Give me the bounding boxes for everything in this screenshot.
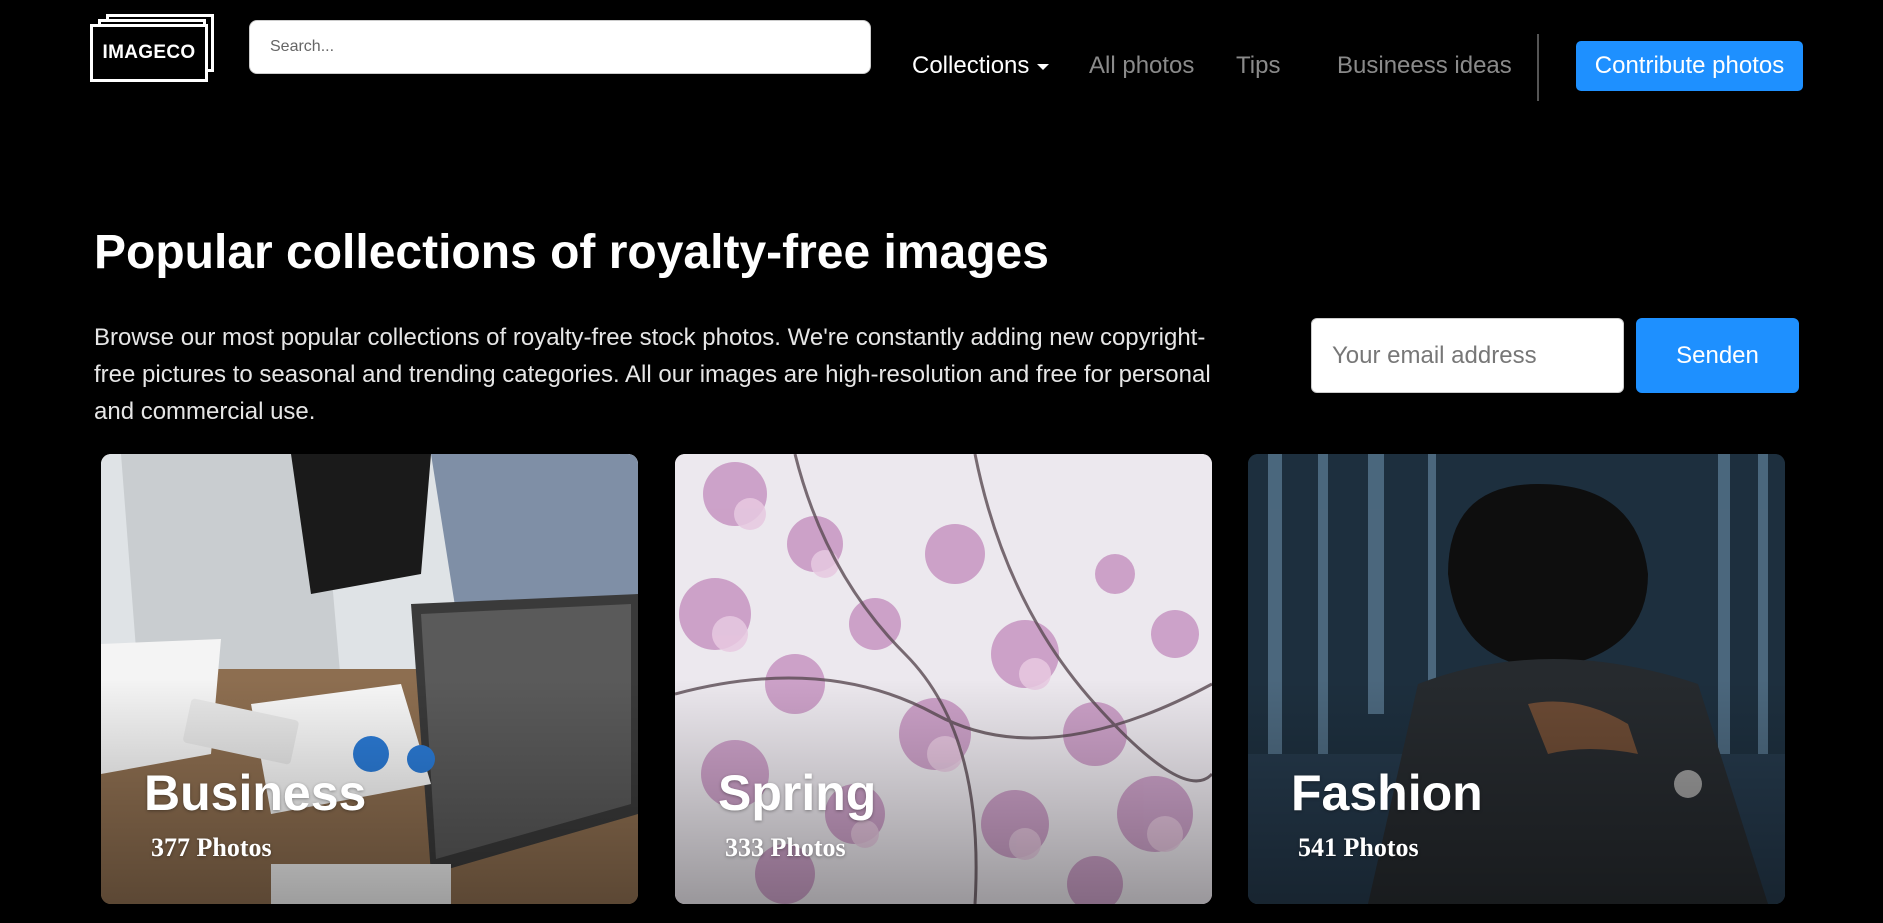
nav-collections-label: Collections xyxy=(912,52,1030,79)
collection-photo-count: 333 Photos xyxy=(725,833,846,862)
nav-tips[interactable]: Tips xyxy=(1236,52,1280,80)
collection-card-business[interactable]: Business 377 Photos xyxy=(101,454,638,904)
email-field[interactable] xyxy=(1311,318,1624,393)
send-button[interactable]: Senden xyxy=(1636,318,1799,393)
collection-card-fashion[interactable]: Fashion 541 Photos xyxy=(1248,454,1785,904)
nav-collections-dropdown[interactable]: Collections xyxy=(912,52,1050,80)
collection-title: Business xyxy=(144,765,367,821)
collection-photo-count: 377 Photos xyxy=(151,833,272,862)
collection-title: Spring xyxy=(718,765,877,821)
collection-photo-count: 541 Photos xyxy=(1298,833,1419,862)
page-description: Browse our most popular collections of r… xyxy=(94,324,1211,425)
page-title: Popular collections of royalty-free imag… xyxy=(94,226,1049,279)
nav-divider xyxy=(1537,34,1539,101)
site-header: IMAGECO Collections All photos Tips Busi… xyxy=(0,0,1883,130)
collection-title: Fashion xyxy=(1291,765,1483,821)
contribute-photos-button[interactable]: Contribute photos xyxy=(1576,41,1803,91)
search-input[interactable] xyxy=(249,20,871,74)
collection-card-spring[interactable]: Spring 333 Photos xyxy=(675,454,1212,904)
caret-down-icon xyxy=(1037,64,1050,70)
imageco-logo[interactable]: IMAGECO xyxy=(90,14,214,82)
nav-all-photos[interactable]: All photos xyxy=(1089,52,1194,80)
logo-text: IMAGECO xyxy=(102,42,196,63)
nav-business-ideas[interactable]: Busineess ideas xyxy=(1337,52,1512,80)
logo-frame-front: IMAGECO xyxy=(90,24,208,82)
